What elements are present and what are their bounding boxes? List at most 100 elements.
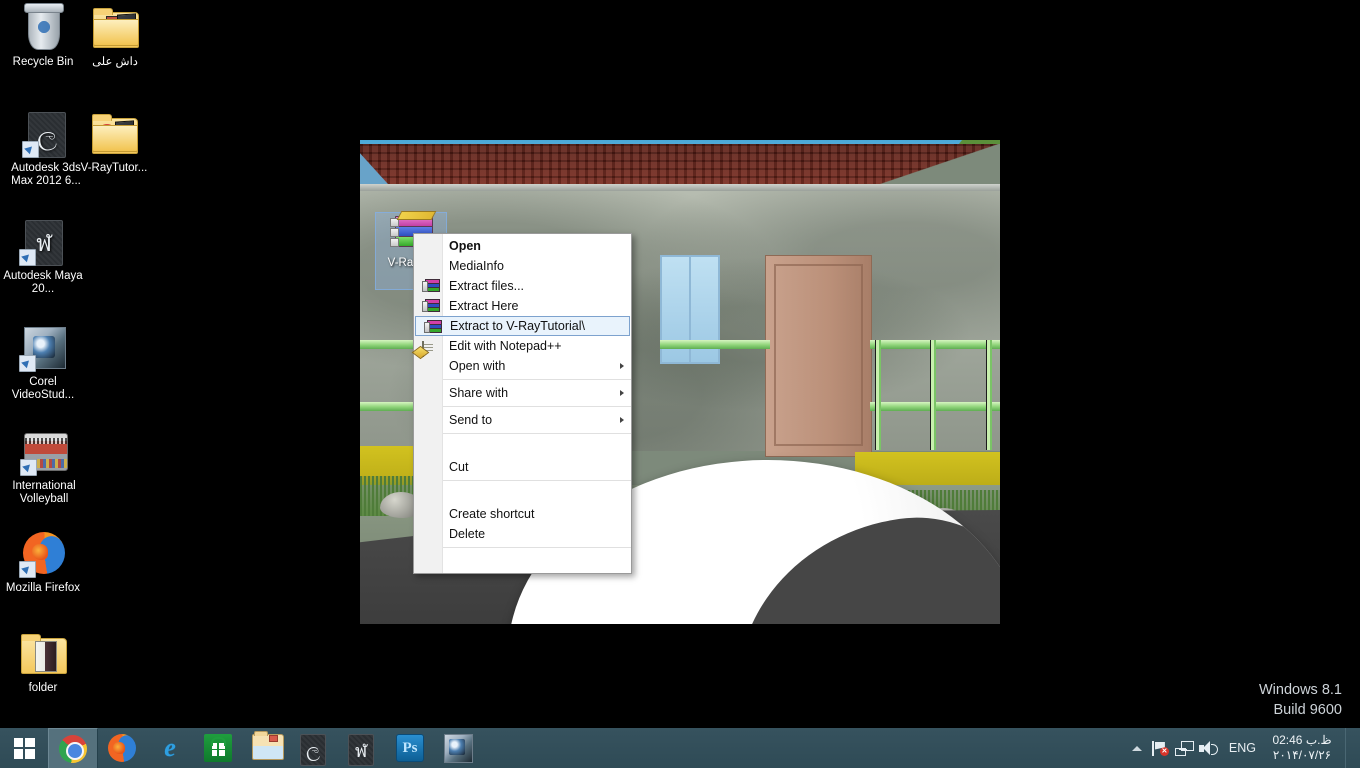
- desktop-icon-dash-ali[interactable]: داش على: [72, 4, 158, 69]
- menu-item-mediainfo[interactable]: MediaInfo: [414, 256, 631, 276]
- desktop-icon-label: International Volleyball: [12, 480, 76, 505]
- menu-item-label: Cut: [449, 460, 469, 474]
- menu-item-rename[interactable]: Delete: [414, 524, 631, 544]
- desktop-icon-vray-tutorial-folder[interactable]: V-RayTutor...: [74, 110, 154, 175]
- taskbar: e ල ฬ Ps ✕ ENG 02:46 ظ.ب ۲۰۱۴/۰۷/۲۶: [0, 727, 1360, 768]
- menu-item-label: Extract to V-RayTutorial\: [450, 319, 585, 333]
- roof-slope-right: [880, 144, 1000, 188]
- desktop-icon-label: V-RayTutor...: [80, 162, 148, 174]
- menu-item-properties[interactable]: [414, 551, 631, 571]
- autodesk-maya-icon: ฬ: [19, 218, 67, 266]
- chevron-up-icon: [1131, 745, 1142, 751]
- clock[interactable]: 02:46 ظ.ب ۲۰۱۴/۰۷/۲۶: [1265, 733, 1345, 763]
- corel-videostudio-icon: [444, 734, 473, 763]
- chevron-right-icon: [620, 390, 624, 396]
- shortcut-overlay-icon: [19, 355, 36, 372]
- action-center-button[interactable]: ✕: [1148, 728, 1172, 768]
- shortcut-overlay-icon: [19, 561, 36, 578]
- photoshop-icon: Ps: [396, 734, 424, 762]
- menu-item-label: Extract files...: [449, 279, 525, 293]
- chevron-right-icon: [620, 417, 624, 423]
- windows-logo-icon: [13, 737, 35, 759]
- taskbar-item-mozilla-firefox[interactable]: [98, 728, 146, 768]
- menu-item-label: Create shortcut: [449, 507, 535, 521]
- desktop-icon-international-volleyball[interactable]: International Volleyball: [0, 428, 92, 506]
- flag-icon: ✕: [1151, 740, 1169, 756]
- shortcut-overlay-icon: [20, 459, 37, 476]
- context-menu[interactable]: Open MediaInfo Extract files... Extract …: [413, 233, 632, 574]
- rail-post-2: [930, 340, 936, 450]
- autodesk-3ds-max-icon: ල: [300, 734, 328, 766]
- menu-item-copy[interactable]: Cut: [414, 457, 631, 477]
- menu-item-label: Delete: [449, 527, 486, 541]
- recycle-bin-icon: [19, 3, 67, 52]
- menu-item-extract-here[interactable]: Extract Here: [414, 296, 631, 316]
- menu-item-edit-with-notepadpp[interactable]: Edit with Notepad++: [414, 336, 631, 357]
- menu-separator: [443, 480, 631, 481]
- windows-watermark: Windows 8.1 Build 9600: [1259, 680, 1342, 720]
- shortcut-overlay-icon: [19, 249, 36, 266]
- desktop-icon-label: folder: [28, 682, 58, 694]
- taskbar-item-corel-videostudio[interactable]: [434, 728, 482, 768]
- door: [765, 255, 872, 457]
- show-hidden-icons-button[interactable]: [1126, 728, 1148, 768]
- folder-photos-icon: [91, 4, 139, 52]
- chrome-icon: [59, 734, 87, 763]
- corel-videostudio-icon: [19, 324, 67, 372]
- winrar-icon: [424, 320, 442, 334]
- menu-item-delete[interactable]: Create shortcut: [414, 504, 631, 524]
- taskbar-item-autodesk-3ds-max[interactable]: ල: [290, 728, 338, 768]
- menu-item-create-shortcut[interactable]: [414, 484, 631, 504]
- menu-item-cut[interactable]: [414, 437, 631, 457]
- desktop-icon-corel-videostudio[interactable]: Corel VideoStud...: [0, 324, 86, 402]
- rail-post-1: [875, 340, 881, 450]
- menu-item-label: Open with: [449, 359, 506, 373]
- taskbar-item-internet-explorer[interactable]: e: [146, 728, 194, 768]
- international-volleyball-icon: [20, 428, 68, 476]
- start-button[interactable]: [0, 728, 48, 768]
- menu-item-label: Extract Here: [449, 299, 519, 313]
- clock-time: 02:46 ظ.ب: [1272, 733, 1332, 747]
- internet-explorer-icon: e: [164, 733, 176, 762]
- watermark-line-2: Build 9600: [1273, 702, 1342, 718]
- menu-item-share-with[interactable]: Share with: [414, 383, 631, 403]
- menu-separator: [443, 547, 631, 548]
- rail-post-3: [986, 340, 992, 450]
- language-indicator[interactable]: ENG: [1220, 741, 1265, 755]
- menu-item-send-to[interactable]: Send to: [414, 410, 631, 430]
- shortcut-overlay-icon: [22, 141, 39, 158]
- menu-separator: [443, 406, 631, 407]
- taskbar-item-windows-store[interactable]: [194, 728, 242, 768]
- taskbar-item-adobe-photoshop[interactable]: Ps: [386, 728, 434, 768]
- rail-top-center: [660, 340, 770, 349]
- desktop-icon-label: داش على: [92, 56, 138, 68]
- network-button[interactable]: [1172, 728, 1196, 768]
- desktop-icon-label: Corel VideoStud...: [11, 376, 75, 401]
- autodesk-maya-icon: ฬ: [348, 734, 376, 766]
- menu-item-label: Edit with Notepad++: [449, 339, 562, 353]
- roof-slope-left: [360, 144, 400, 188]
- menu-item-open[interactable]: Open: [414, 236, 631, 256]
- taskbar-item-google-chrome[interactable]: [48, 727, 98, 768]
- menu-item-extract-files[interactable]: Extract files...: [414, 276, 631, 296]
- autodesk-3ds-max-icon: ල: [22, 110, 70, 158]
- show-desktop-button[interactable]: [1345, 728, 1354, 768]
- desktop-screen: Recycle Bin داش على ල Autodesk 3ds Max 2…: [0, 0, 1360, 768]
- desktop-icon-mozilla-firefox[interactable]: Mozilla Firefox: [0, 530, 86, 595]
- system-tray: ✕ ENG 02:46 ظ.ب ۲۰۱۴/۰۷/۲۶: [1126, 728, 1360, 768]
- eave: [360, 184, 1000, 191]
- menu-item-label: Open: [449, 239, 481, 253]
- taskbar-item-autodesk-maya[interactable]: ฬ: [338, 728, 386, 768]
- menu-item-extract-to-folder[interactable]: Extract to V-RayTutorial\: [415, 316, 630, 336]
- taskbar-item-file-explorer[interactable]: [242, 728, 290, 768]
- desktop-icon-autodesk-maya[interactable]: ฬ Autodesk Maya 20...: [0, 218, 86, 296]
- open-folder-icon: [19, 630, 67, 678]
- volume-button[interactable]: [1196, 728, 1220, 768]
- menu-item-label: Send to: [449, 413, 493, 427]
- menu-item-open-with[interactable]: Open with: [414, 356, 631, 376]
- watermark-line-1: Windows 8.1: [1258, 682, 1342, 698]
- desktop-icon-folder[interactable]: folder: [0, 630, 86, 695]
- firefox-icon: [108, 734, 136, 762]
- firefox-icon: [19, 530, 67, 578]
- chevron-right-icon: [620, 363, 624, 369]
